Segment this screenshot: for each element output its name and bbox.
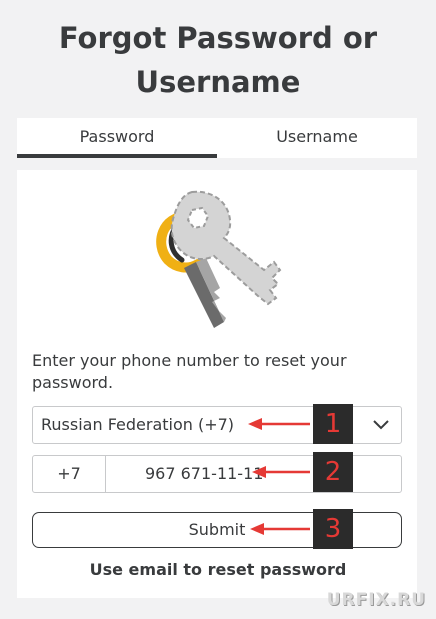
- arrow-left-icon: [252, 466, 310, 478]
- phone-number-input[interactable]: 967 671-11-11: [145, 456, 263, 492]
- annotation-badge-3: 3: [313, 509, 353, 549]
- annotation-badge-1: 1: [313, 404, 353, 444]
- tab-password[interactable]: Password: [17, 118, 217, 158]
- arrow-left-icon: [248, 418, 310, 430]
- instructions-text: Enter your phone number to reset your pa…: [32, 351, 347, 392]
- use-email-link[interactable]: Use email to reset password: [0, 560, 436, 579]
- key-icon: [156, 190, 282, 328]
- gray-key-icon: [170, 190, 282, 306]
- phone-country-code[interactable]: +7: [33, 456, 106, 492]
- page-title-line-1: Forgot Password or: [58, 21, 378, 55]
- page-title: Forgot Password or Username: [0, 16, 436, 104]
- arrow-left-icon: [250, 523, 310, 535]
- page-title-line-2: Username: [135, 65, 301, 99]
- annotation-badge-2: 2: [313, 452, 353, 492]
- tab-bar: Password Username: [17, 118, 417, 158]
- tab-username[interactable]: Username: [217, 118, 417, 158]
- chevron-down-icon[interactable]: [371, 415, 391, 435]
- country-select-value: Russian Federation (+7): [41, 415, 235, 434]
- watermark: URFIX.RU: [326, 590, 426, 610]
